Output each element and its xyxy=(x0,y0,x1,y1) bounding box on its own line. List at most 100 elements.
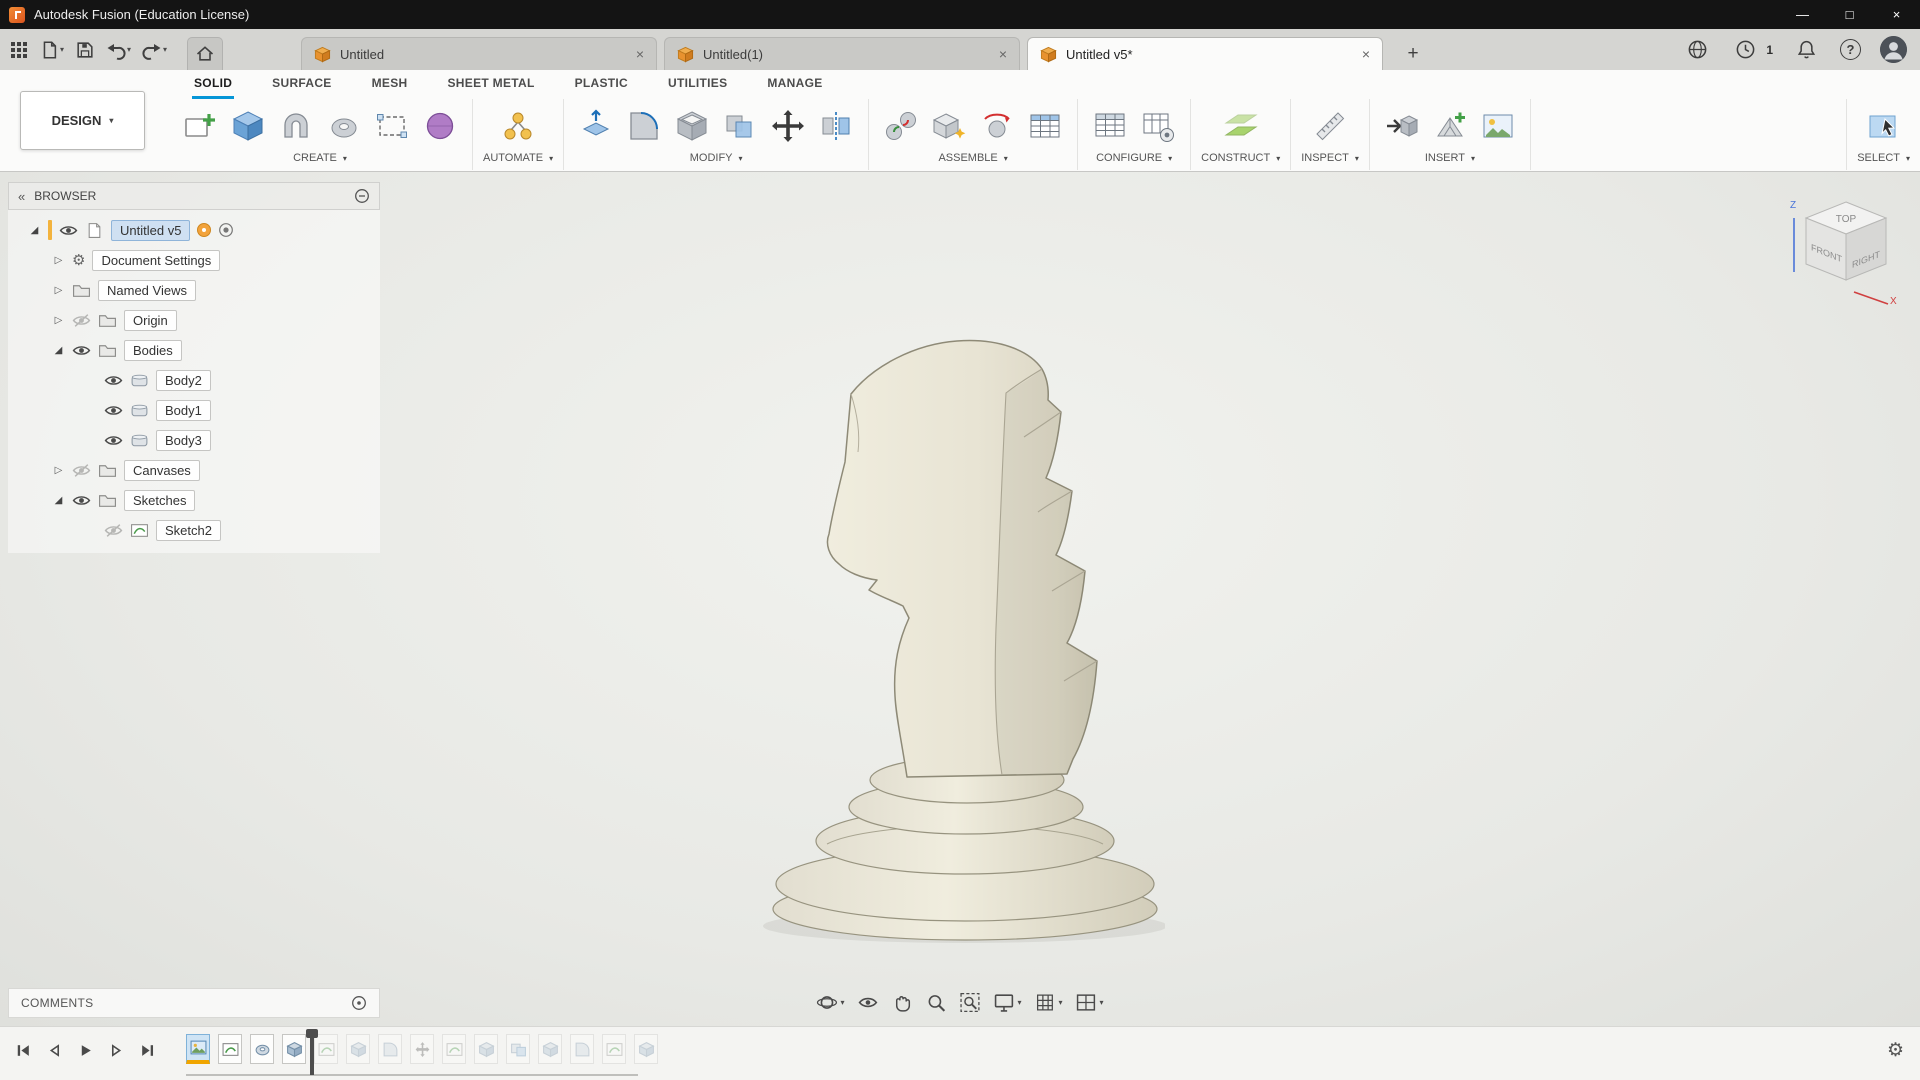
timeline-position-marker[interactable] xyxy=(310,1033,314,1075)
tab-surface[interactable]: SURFACE xyxy=(270,70,333,99)
revolve-button[interactable] xyxy=(322,102,366,150)
expand-arrow-icon[interactable]: ▷ xyxy=(52,255,65,266)
tab-mesh[interactable]: MESH xyxy=(370,70,410,99)
tree-node-body3[interactable]: Body3 xyxy=(8,425,380,455)
document-tab-untitled-1[interactable]: Untitled(1) × xyxy=(664,37,1020,70)
tree-node-named-views[interactable]: ▷ Named Views xyxy=(8,275,380,305)
redo-button[interactable]: ▾ xyxy=(138,35,171,65)
tree-node-sketch2[interactable]: Sketch2 xyxy=(8,515,380,545)
fit-view-button[interactable] xyxy=(957,989,982,1016)
expand-arrow-icon[interactable]: ◢ xyxy=(52,495,65,506)
minimize-button[interactable]: — xyxy=(1779,0,1826,29)
expand-arrow-icon[interactable]: ▷ xyxy=(52,465,65,476)
tab-solid[interactable]: SOLID xyxy=(192,70,234,99)
visibility-eye-icon[interactable] xyxy=(72,493,91,508)
new-component-button[interactable] xyxy=(927,102,971,150)
timeline-feature-sketch[interactable] xyxy=(314,1034,338,1064)
group-label-select[interactable]: SELECT▾ xyxy=(1857,152,1910,164)
automate-button[interactable] xyxy=(496,102,540,150)
model-viewport[interactable]: Z X TOP FRONT RIGHT « BROWSER ◢ xyxy=(0,172,1920,1026)
timeline-feature-sketch[interactable] xyxy=(218,1034,242,1064)
notifications-bell-icon[interactable] xyxy=(1792,35,1821,65)
combine-button[interactable] xyxy=(718,102,762,150)
group-label-automate[interactable]: AUTOMATE▾ xyxy=(483,152,553,164)
timeline-feature-revolve[interactable] xyxy=(250,1034,274,1064)
timeline-feature-combine[interactable] xyxy=(506,1034,530,1064)
timeline-feature-extrude[interactable] xyxy=(474,1034,498,1064)
viewcube[interactable]: Z X TOP FRONT RIGHT xyxy=(1782,192,1902,312)
go-to-start-button[interactable] xyxy=(10,1037,36,1063)
tab-utilities[interactable]: UTILITIES xyxy=(666,70,729,99)
new-tab-button[interactable]: + xyxy=(1398,39,1428,69)
collapse-panel-icon[interactable]: « xyxy=(18,189,25,204)
configure-settings-button[interactable] xyxy=(1136,102,1180,150)
workspace-selector[interactable]: DESIGN ▾ xyxy=(20,91,145,150)
group-label-assemble[interactable]: ASSEMBLE▾ xyxy=(938,152,1007,164)
pattern-button[interactable] xyxy=(370,102,414,150)
create-form-button[interactable] xyxy=(418,102,462,150)
help-button[interactable]: ? xyxy=(1840,39,1861,60)
expand-comments-icon[interactable] xyxy=(351,995,367,1011)
document-tab-untitled[interactable]: Untitled × xyxy=(301,37,657,70)
tab-close-icon[interactable]: × xyxy=(1362,47,1370,61)
tab-label[interactable]: Untitled(1) xyxy=(703,47,763,62)
component-radio-icon[interactable] xyxy=(218,222,234,238)
display-settings-button[interactable]: ▾ xyxy=(991,989,1023,1016)
model-knight[interactable] xyxy=(755,328,1165,953)
tree-label[interactable]: Sketch2 xyxy=(156,520,221,541)
joint-button[interactable] xyxy=(879,102,923,150)
file-menu-button[interactable]: ▾ xyxy=(35,35,68,65)
step-back-button[interactable] xyxy=(41,1037,67,1063)
insert-derive-button[interactable] xyxy=(1380,102,1424,150)
tree-node-canvases[interactable]: ▷ Canvases xyxy=(8,455,380,485)
tab-manage[interactable]: MANAGE xyxy=(765,70,824,99)
expand-arrow-icon[interactable]: ◢ xyxy=(52,345,65,356)
visibility-eye-icon[interactable] xyxy=(104,403,123,418)
tab-close-icon[interactable]: × xyxy=(999,47,1007,61)
visibility-eye-off-icon[interactable] xyxy=(72,313,91,328)
create-sketch-button[interactable] xyxy=(178,102,222,150)
look-at-button[interactable] xyxy=(855,989,880,1016)
step-forward-button[interactable] xyxy=(103,1037,129,1063)
tab-plastic[interactable]: PLASTIC xyxy=(573,70,630,99)
timeline-feature-extrude[interactable] xyxy=(346,1034,370,1064)
expand-arrow-icon[interactable]: ◢ xyxy=(28,225,41,236)
group-label-construct[interactable]: CONSTRUCT▾ xyxy=(1201,152,1280,164)
tree-label[interactable]: Canvases xyxy=(124,460,200,481)
tree-node-body1[interactable]: Body1 xyxy=(8,395,380,425)
timeline-feature-fillet[interactable] xyxy=(570,1034,594,1064)
group-label-configure[interactable]: CONFIGURE▾ xyxy=(1096,152,1172,164)
save-button[interactable] xyxy=(71,35,99,65)
timeline-feature-canvas[interactable] xyxy=(186,1034,210,1064)
zoom-button[interactable] xyxy=(923,989,948,1016)
comments-bar[interactable]: COMMENTS xyxy=(8,988,380,1018)
visibility-eye-icon[interactable] xyxy=(104,433,123,448)
orbit-button[interactable]: ▾ xyxy=(814,989,846,1016)
expand-arrow-icon[interactable]: ▷ xyxy=(52,315,65,326)
configuration-table-button[interactable] xyxy=(1088,102,1132,150)
timeline-feature-sketch[interactable] xyxy=(602,1034,626,1064)
tree-label[interactable]: Named Views xyxy=(98,280,196,301)
go-to-end-button[interactable] xyxy=(134,1037,160,1063)
timeline-feature-fillet[interactable] xyxy=(378,1034,402,1064)
insert-canvas-button[interactable] xyxy=(1476,102,1520,150)
move-copy-button[interactable] xyxy=(766,102,810,150)
tab-sheet-metal[interactable]: SHEET METAL xyxy=(446,70,537,99)
collapse-all-icon[interactable] xyxy=(354,188,370,204)
tree-node-bodies[interactable]: ◢ Bodies xyxy=(8,335,380,365)
visibility-eye-icon[interactable] xyxy=(59,223,78,238)
visibility-eye-icon[interactable] xyxy=(72,343,91,358)
timeline-feature-extrude[interactable] xyxy=(282,1034,306,1064)
undo-button[interactable]: ▾ xyxy=(102,35,135,65)
group-label-insert[interactable]: INSERT▾ xyxy=(1425,152,1475,164)
insert-mesh-button[interactable] xyxy=(1428,102,1472,150)
visibility-eye-off-icon[interactable] xyxy=(104,523,123,538)
tab-label[interactable]: Untitled v5* xyxy=(1066,47,1132,62)
tree-label[interactable]: Body1 xyxy=(156,400,211,421)
visibility-eye-icon[interactable] xyxy=(104,373,123,388)
timeline-feature-extrude[interactable] xyxy=(538,1034,562,1064)
bom-table-button[interactable] xyxy=(1023,102,1067,150)
tree-node-origin[interactable]: ▷ Origin xyxy=(8,305,380,335)
tree-label[interactable]: Bodies xyxy=(124,340,182,361)
tree-node-document-settings[interactable]: ▷ ⚙ Document Settings xyxy=(8,245,380,275)
